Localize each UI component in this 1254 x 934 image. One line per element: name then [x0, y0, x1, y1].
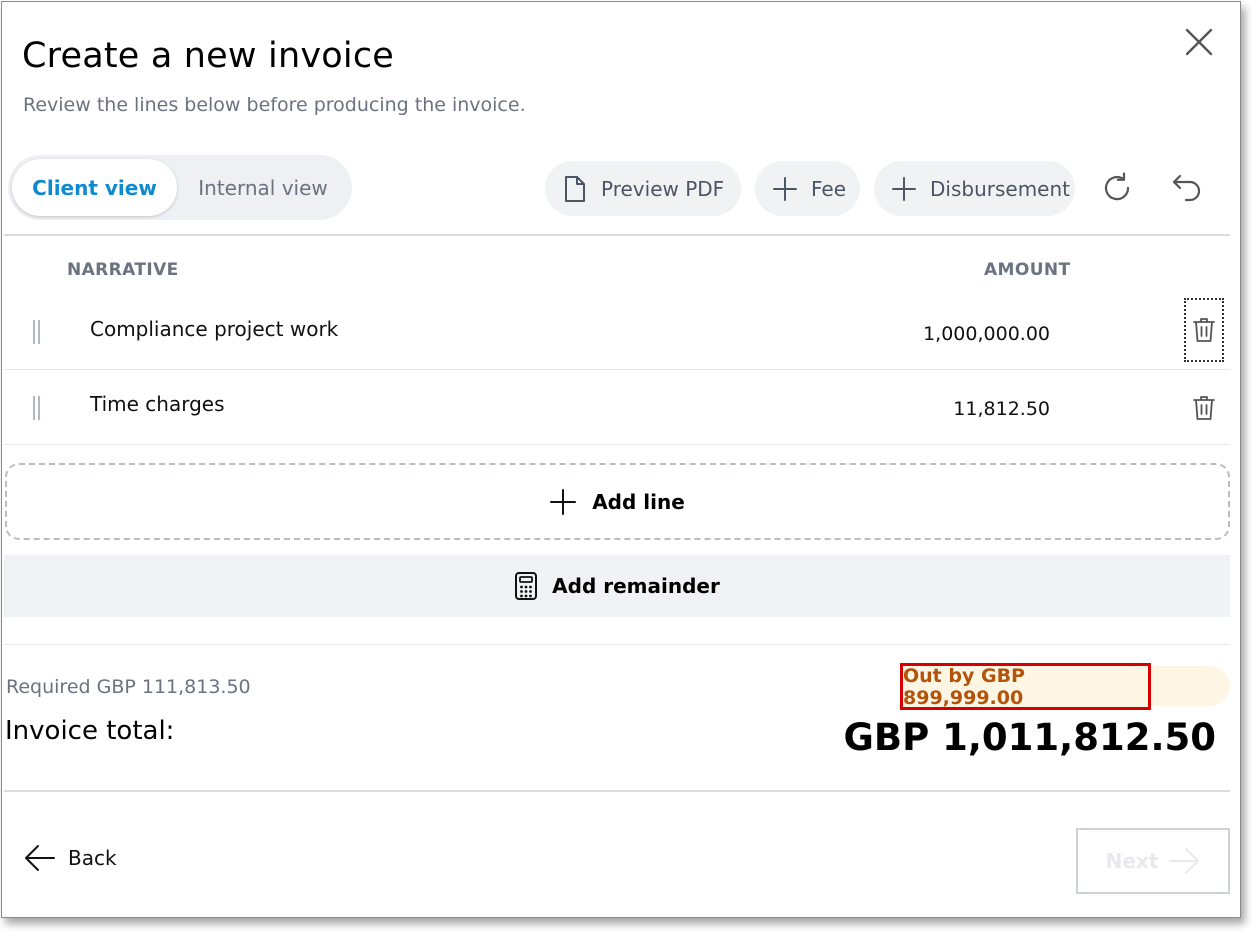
dialog-title: Create a new invoice [22, 36, 394, 76]
add-fee-button[interactable]: Fee [755, 161, 860, 216]
narrative-column-header: NARRATIVE [67, 260, 179, 280]
client-view-tab[interactable]: Client view [12, 159, 177, 216]
footer-divider [4, 790, 1230, 792]
back-label: Back [68, 846, 117, 870]
invoice-total-label: Invoice total: [5, 716, 175, 746]
summary-divider [4, 644, 1230, 645]
add-disbursement-button[interactable]: Disbursement [874, 161, 1075, 216]
arrow-left-icon [25, 845, 55, 871]
trash-icon [1193, 318, 1215, 342]
table-row: Time charges 11,812.50 [4, 370, 1230, 444]
next-label: Next [1105, 849, 1159, 873]
plus-icon [550, 488, 577, 515]
row-amount[interactable]: 11,812.50 [953, 398, 1050, 420]
add-line-button[interactable]: Add line [5, 463, 1230, 540]
fee-label: Fee [811, 176, 847, 201]
internal-view-tab[interactable]: Internal view [183, 159, 343, 216]
row-narrative[interactable]: Compliance project work [90, 317, 338, 341]
table-row: Compliance project work 1,000,000.00 [4, 294, 1230, 369]
back-button[interactable]: Back [24, 844, 117, 872]
out-by-badge: Out by GBP 899,999.00 [900, 663, 1151, 710]
next-button[interactable]: Next [1076, 828, 1230, 894]
delete-row-button[interactable] [1184, 376, 1224, 440]
row-amount[interactable]: 1,000,000.00 [923, 323, 1050, 345]
add-line-label: Add line [592, 489, 685, 514]
row-narrative[interactable]: Time charges [90, 392, 225, 416]
refresh-icon [1104, 172, 1130, 201]
document-icon [565, 175, 585, 202]
undo-button[interactable] [1170, 170, 1206, 206]
invoice-total-value: GBP 1,011,812.50 [843, 716, 1216, 759]
add-remainder-button[interactable]: Add remainder [4, 555, 1230, 617]
trash-icon [1193, 396, 1215, 420]
amount-column-header: AMOUNT [984, 260, 1071, 280]
undo-icon [1172, 174, 1201, 202]
dialog-subtitle: Review the lines below before producing … [23, 94, 526, 116]
close-button[interactable] [1183, 26, 1215, 58]
create-invoice-dialog: Create a new invoice Review the lines be… [1, 1, 1241, 918]
row-divider [4, 444, 1230, 445]
delete-row-button[interactable] [1184, 298, 1224, 362]
drag-handle[interactable] [32, 396, 42, 420]
disbursement-label: Disbursement [930, 176, 1070, 201]
toolbar-divider [4, 234, 1230, 236]
plus-icon [892, 176, 916, 201]
drag-handle[interactable] [32, 320, 42, 344]
calculator-icon [515, 572, 538, 600]
plus-icon [773, 176, 797, 201]
view-toggle: Client view Internal view [8, 155, 352, 220]
out-by-text: Out by GBP 899,999.00 [903, 664, 1025, 709]
arrow-right-icon [1169, 848, 1200, 874]
add-remainder-label: Add remainder [552, 574, 720, 598]
refresh-button[interactable] [1099, 170, 1135, 206]
preview-pdf-label: Preview PDF [601, 176, 725, 201]
preview-pdf-button[interactable]: Preview PDF [545, 161, 741, 216]
close-icon [1185, 28, 1213, 56]
required-amount: Required GBP 111,813.50 [6, 676, 251, 698]
